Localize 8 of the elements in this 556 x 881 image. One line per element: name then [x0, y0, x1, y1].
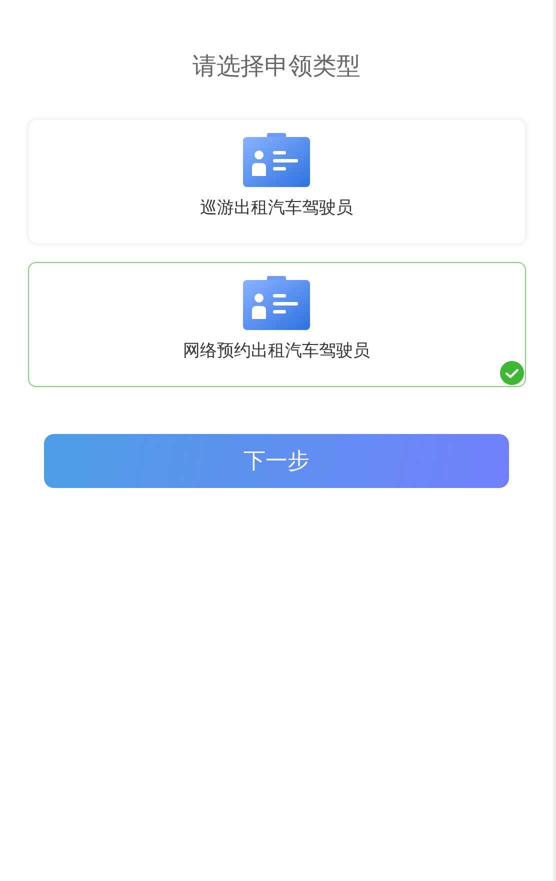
option-label: 巡游出租汽车驾驶员	[200, 197, 353, 219]
option-card[interactable]: 巡游出租汽车驾驶员	[28, 119, 526, 244]
id-card-icon	[243, 133, 310, 187]
page-title: 请选择申领类型	[192, 51, 360, 82]
check-icon	[500, 361, 524, 385]
option-label: 网络预约出租汽车驾驶员	[183, 340, 370, 362]
id-card-icon	[243, 276, 310, 330]
option-card[interactable]: 网络预约出租汽车驾驶员	[28, 262, 526, 387]
